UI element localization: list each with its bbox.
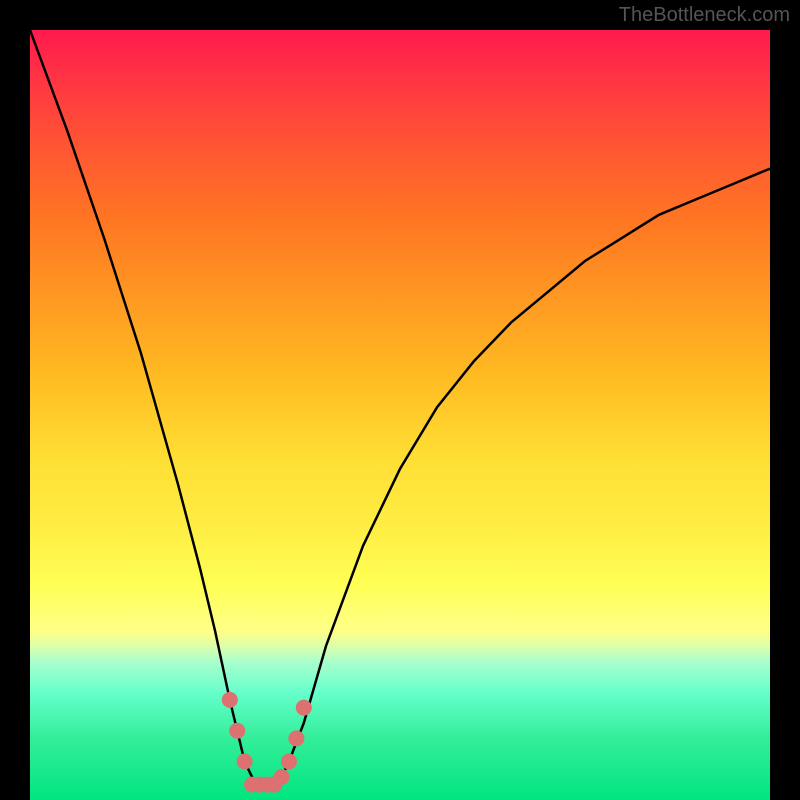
curve-marker xyxy=(274,769,290,785)
curve-marker xyxy=(296,700,312,716)
curve-marker xyxy=(229,723,245,739)
chart-svg xyxy=(30,30,770,800)
chart-plot-area xyxy=(30,30,770,800)
curve-markers xyxy=(222,692,312,793)
curve-marker xyxy=(222,692,238,708)
curve-marker xyxy=(237,754,253,770)
curve-marker xyxy=(281,754,297,770)
curve-marker xyxy=(288,730,304,746)
bottleneck-curve-line xyxy=(30,30,770,785)
right-border xyxy=(770,0,800,800)
watermark-text: TheBottleneck.com xyxy=(619,4,790,27)
